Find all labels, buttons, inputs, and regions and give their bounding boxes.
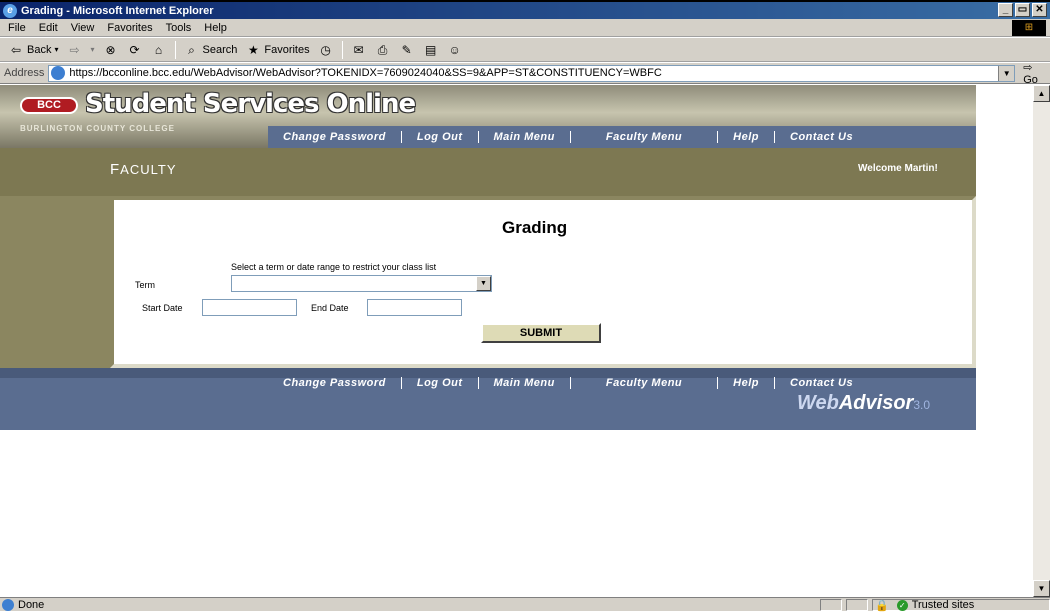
menu-edit[interactable]: Edit [39,22,58,34]
address-dropdown-icon[interactable]: ▼ [998,65,1015,81]
nav-contact-us[interactable]: Contact Us [775,131,868,143]
menu-help[interactable]: Help [204,22,227,34]
toolbar-separator [174,40,176,59]
nav-help[interactable]: Help [718,131,775,143]
nav-log-out[interactable]: Log Out [402,131,479,143]
page-viewport: BCC Student Services Online BURLINGTON C… [0,85,1033,597]
address-bar: Address https://bcconline.bcc.edu/WebAdv… [0,61,1050,86]
top-nav: Change Password Log Out Main Menu Facult… [268,126,868,148]
window-titlebar[interactable]: e Grading - Microsoft Internet Explorer … [0,2,1050,19]
trusted-icon: ✓ [896,599,908,611]
back-button[interactable]: ⇦ Back ▾ [8,42,59,58]
webadvisor-version: 3.0 [913,398,931,412]
submit-button[interactable]: SUBMIT [481,323,601,343]
scroll-down-icon[interactable]: ▼ [1033,580,1050,597]
scroll-up-icon[interactable]: ▲ [1033,85,1050,102]
lock-icon: 🔒 [875,599,889,612]
menu-favorites[interactable]: Favorites [107,22,152,34]
vertical-scrollbar[interactable]: ▲ ▼ [1033,85,1050,597]
go-button[interactable]: ⇨ Go [1023,61,1050,86]
term-dropdown-icon[interactable]: ▼ [476,276,491,291]
left-band [0,196,110,368]
edit-icon[interactable]: ✎ [399,42,415,58]
menu-tools[interactable]: Tools [166,22,192,34]
footer-nav-faculty-menu[interactable]: Faculty Menu [571,377,719,389]
status-page-icon [2,598,14,611]
nav-main-menu[interactable]: Main Menu [479,131,571,143]
ie-icon: e [3,3,17,18]
footer-nav-help[interactable]: Help [718,377,775,389]
bottom-nav: Change Password Log Out Main Menu Facult… [268,372,868,394]
favorites-label: Favorites [264,43,310,56]
status-bar: Done 🔒 ✓ Trusted sites [0,597,1050,612]
end-date-input[interactable] [367,299,462,316]
discuss-icon[interactable]: ▤ [423,42,439,58]
back-label: Back [27,43,52,56]
forward-dropdown-icon[interactable]: ▾ [90,45,94,54]
welcome-message: Welcome Martin! [858,163,938,174]
start-date-label: Start Date [142,303,183,313]
zone-label: Trusted sites [911,599,975,611]
toolbar-separator [341,40,343,59]
go-label: Go [1023,73,1038,86]
webadvisor-advisor: Advisor [838,392,914,414]
history-icon[interactable]: ◷ [318,42,334,58]
section-title: FACULTY [110,161,177,178]
minimize-button[interactable]: _ [998,3,1013,17]
site-logo: Student Services Online [85,89,416,119]
nav-faculty-menu[interactable]: Faculty Menu [571,131,719,143]
status-text: Done [18,598,45,611]
search-label: Search [202,43,238,56]
menu-file[interactable]: File [8,22,26,34]
bcc-logo-badge[interactable]: BCC [20,97,78,114]
webadvisor-logo: WebAdvisor3.0 [797,392,930,415]
browser-toolbar: ⇦ Back ▾ ⇨ ▾ ⊗ ⟳ ⌂ ⌕ Search ★ Favorites … [0,38,1050,62]
forward-arrow-icon[interactable]: ⇨ [66,42,82,58]
refresh-icon[interactable]: ⟳ [127,42,143,58]
webadvisor-web: Web [797,392,839,414]
footer-nav-contact-us[interactable]: Contact Us [775,377,868,389]
menu-bar: File Edit View Favorites Tools Help [0,19,1050,37]
favorites-button[interactable]: ★ Favorites [245,42,310,58]
page-title: Grading [502,218,568,237]
home-icon[interactable]: ⌂ [151,42,167,58]
search-button[interactable]: ⌕ Search [184,42,238,58]
footer-nav-change-password[interactable]: Change Password [268,377,402,389]
page-icon [51,66,66,80]
menu-view[interactable]: View [71,22,95,34]
end-date-label: End Date [311,303,349,313]
address-url: https://bcconline.bcc.edu/WebAdvisor/Web… [69,67,662,79]
print-icon[interactable]: ⎙ [375,42,391,58]
windows-logo-icon: ⊞ [1012,20,1046,36]
back-dropdown-icon[interactable]: ▾ [54,45,58,54]
footer-nav-log-out[interactable]: Log Out [402,377,479,389]
form-instruction: Select a term or date range to restrict … [231,262,437,272]
footer-nav-main-menu[interactable]: Main Menu [479,377,571,389]
favorites-icon: ★ [247,42,259,57]
maximize-button[interactable]: ▭ [1015,3,1030,17]
address-input[interactable]: https://bcconline.bcc.edu/WebAdvisor/Web… [48,64,1016,82]
back-arrow-icon: ⇦ [10,42,22,57]
status-cell [846,599,868,611]
window-title: Grading - Microsoft Internet Explorer [21,4,214,17]
window-controls: _ ▭ ✕ [998,3,1047,17]
college-name: BURLINGTON COUNTY COLLEGE [20,124,175,133]
start-date-input[interactable] [202,299,297,316]
nav-change-password[interactable]: Change Password [268,131,402,143]
messenger-icon[interactable]: ☺ [447,42,463,58]
close-button[interactable]: ✕ [1032,3,1047,17]
go-arrow-icon: ⇨ [1023,61,1033,74]
status-cell [820,599,842,611]
address-label: Address [4,67,45,79]
term-select[interactable]: ▼ [231,275,492,292]
term-label: Term [135,280,155,290]
security-zone[interactable]: 🔒 ✓ Trusted sites [872,599,1050,612]
mail-icon[interactable]: ✉ [351,42,367,58]
stop-icon[interactable]: ⊗ [103,42,119,58]
search-icon: ⌕ [188,42,195,57]
